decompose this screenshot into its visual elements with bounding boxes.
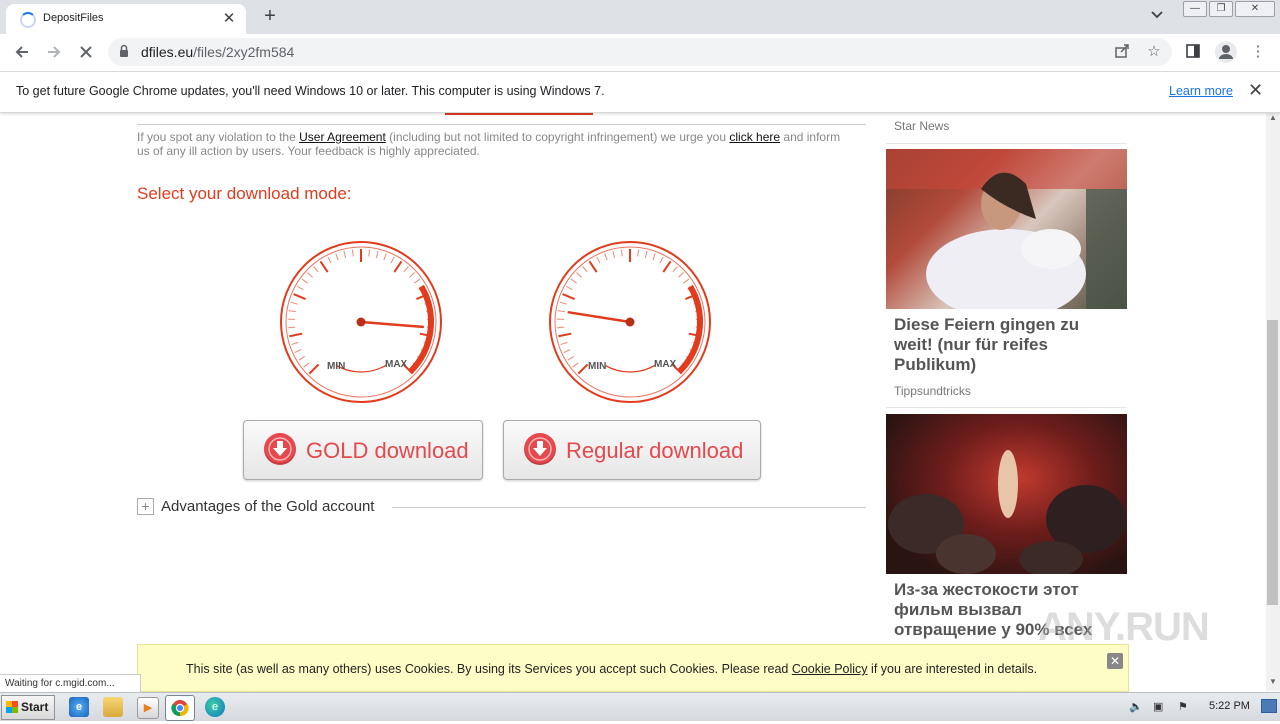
- back-arrow-icon: [14, 44, 30, 60]
- media-player-icon[interactable]: ▶: [137, 697, 159, 719]
- ad-image-wedding[interactable]: [886, 149, 1127, 309]
- gold-download-button[interactable]: GOLD download: [243, 420, 483, 480]
- edge-icon[interactable]: e: [205, 697, 225, 717]
- gauge-min-label: MIN: [588, 361, 606, 372]
- url-path: /files/2xy2fm584: [193, 44, 294, 60]
- tab-close-icon[interactable]: ✕: [220, 9, 238, 27]
- window-restore-button[interactable]: ❐: [1209, 1, 1233, 17]
- cookie-text: This site (as well as many others) uses …: [186, 662, 1037, 676]
- loading-spinner-icon: [20, 12, 36, 28]
- stop-loading-button[interactable]: [73, 40, 99, 64]
- scroll-up-arrow-icon[interactable]: ▲: [1266, 113, 1280, 127]
- cookie-text-after: if you are interested in details.: [871, 662, 1037, 676]
- download-arrow-icon: [524, 433, 556, 465]
- new-tab-button[interactable]: +: [258, 5, 282, 28]
- user-agreement-link[interactable]: User Agreement: [299, 130, 386, 144]
- gauge-max-label: MAX: [654, 359, 677, 370]
- cookie-policy-link[interactable]: Cookie Policy: [792, 662, 868, 676]
- back-button[interactable]: [9, 40, 35, 64]
- red-tab-underline: [445, 113, 593, 115]
- gauge-needle-hub: [357, 318, 366, 327]
- taskbar-clock[interactable]: 5:22 PM: [1209, 700, 1250, 712]
- chrome-icon: [171, 699, 189, 717]
- gauge-needle-hub: [626, 318, 635, 327]
- gauge-max-label: MAX: [385, 359, 408, 370]
- click-here-link[interactable]: click here: [729, 130, 780, 144]
- show-desktop-icon[interactable]: [1261, 699, 1277, 713]
- ad-source-label[interactable]: Tippsundtricks: [894, 384, 971, 398]
- loading-status-bubble: Waiting for c.mgid.com...: [0, 674, 141, 694]
- divider: [886, 143, 1127, 144]
- chrome-taskbar-button[interactable]: [165, 695, 195, 721]
- violation-notice: If you spot any violation to the User Ag…: [137, 130, 847, 158]
- divider: [137, 124, 866, 125]
- side-panel-icon[interactable]: [1184, 43, 1202, 61]
- window-close-button[interactable]: ✕: [1235, 1, 1275, 17]
- ad-image-crowd[interactable]: [886, 414, 1127, 574]
- cookie-text-before: This site (as well as many others) uses …: [186, 662, 788, 676]
- update-infobar: To get future Google Chrome updates, you…: [0, 72, 1280, 113]
- download-arrow-icon: [264, 433, 296, 465]
- scrollbar-thumb[interactable]: [1267, 320, 1278, 605]
- cookie-banner: This site (as well as many others) uses …: [137, 644, 1129, 692]
- volume-icon[interactable]: 🔈: [1129, 700, 1143, 713]
- menu-kebab-icon[interactable]: ⋮: [1249, 43, 1267, 61]
- gauge-tick: [557, 327, 564, 328]
- infobar-close-icon[interactable]: ✕: [1248, 80, 1263, 101]
- browser-tab[interactable]: DepositFiles ✕: [6, 4, 246, 34]
- url-text[interactable]: dfiles.eu/files/2xy2fm584: [141, 44, 294, 60]
- start-button[interactable]: Start: [1, 695, 55, 720]
- notice-text: (including but not limited to copyright …: [389, 130, 726, 144]
- file-explorer-icon[interactable]: [103, 697, 123, 717]
- ad-source-label[interactable]: Star News: [894, 119, 949, 133]
- gauge-tick: [427, 327, 434, 328]
- regular-speed-gauge: MIN MAX: [548, 240, 712, 404]
- share-icon[interactable]: [1113, 43, 1131, 61]
- tab-search-chevron-icon[interactable]: [1151, 8, 1163, 22]
- learn-more-link[interactable]: Learn more: [1169, 84, 1233, 98]
- download-mode-title: Select your download mode:: [137, 184, 352, 204]
- gauge-min-label: MIN: [327, 361, 345, 372]
- cookie-close-icon[interactable]: ✕: [1107, 653, 1123, 669]
- infobar-message: To get future Google Chrome updates, you…: [16, 84, 605, 98]
- windows-logo-icon: [6, 701, 18, 713]
- internet-explorer-icon[interactable]: e: [69, 697, 89, 717]
- network-icon[interactable]: ▣: [1153, 700, 1163, 713]
- gauge-tick: [696, 327, 703, 328]
- regular-download-button[interactable]: Regular download: [503, 420, 761, 480]
- advantages-gold-toggle[interactable]: Advantages of the Gold account: [161, 498, 374, 515]
- gold-download-label: GOLD download: [306, 438, 469, 464]
- divider: [392, 507, 866, 508]
- divider: [886, 407, 1127, 408]
- window-minimize-button[interactable]: —: [1183, 1, 1207, 17]
- regular-download-label: Regular download: [566, 438, 743, 464]
- gauge-tick: [288, 327, 295, 328]
- forward-button[interactable]: [41, 40, 67, 64]
- url-host: dfiles.eu: [141, 44, 193, 60]
- notice-text: If you spot any violation to the: [137, 130, 296, 144]
- scroll-down-arrow-icon[interactable]: ▼: [1266, 677, 1280, 691]
- profile-avatar-icon[interactable]: [1215, 41, 1237, 63]
- start-label: Start: [21, 696, 48, 719]
- stop-icon: [79, 45, 93, 59]
- expand-plus-icon[interactable]: +: [137, 498, 154, 515]
- action-center-flag-icon[interactable]: ⚑: [1178, 700, 1188, 713]
- forward-arrow-icon: [46, 44, 62, 60]
- lock-icon[interactable]: [119, 44, 129, 58]
- gold-speed-gauge: MIN MAX: [279, 240, 443, 404]
- bookmark-star-icon[interactable]: ☆: [1145, 43, 1163, 61]
- ad-headline[interactable]: Diese Feiern gingen zu weit! (nur für re…: [894, 315, 1119, 375]
- tab-title: DepositFiles: [43, 12, 104, 24]
